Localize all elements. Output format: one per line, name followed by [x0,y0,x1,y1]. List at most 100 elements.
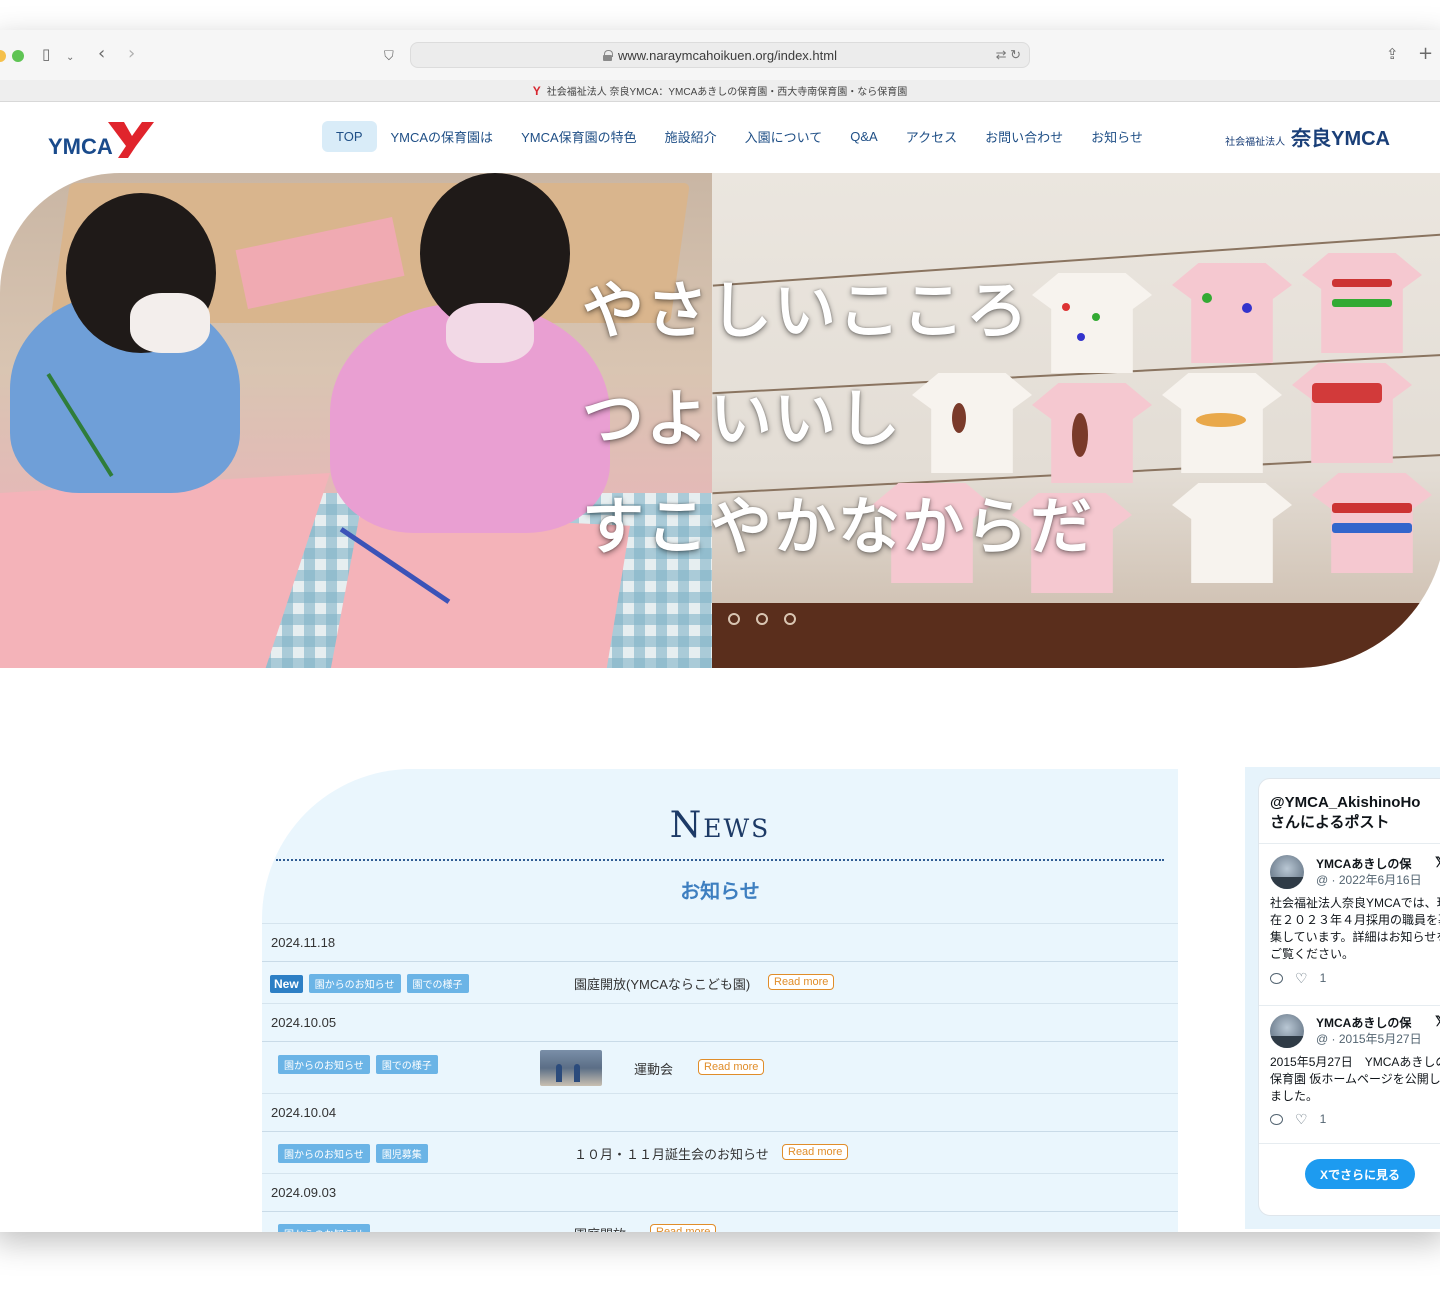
x-timeline-header[interactable]: @YMCA_AkishinoHo さんによるポスト [1270,793,1440,833]
x-post-meta[interactable]: @ · 2015年5月27日 [1316,1030,1422,1047]
logo-text: YMCA [48,134,113,159]
window-controls [0,50,24,62]
reply-icon[interactable] [1270,972,1283,984]
translate-reload-icons[interactable]: ⇄ ↻ [996,47,1021,63]
reply-icon[interactable] [1270,1113,1283,1125]
nav-about-nursery[interactable]: YMCAの保育園は [377,119,508,154]
category-tag[interactable]: 園からのお知らせ [278,1224,370,1232]
new-tab-icon[interactable]: + [1418,44,1433,64]
ymca-y-mark-icon [108,122,154,158]
read-more-button[interactable]: Read more [768,974,835,990]
privacy-shield-icon[interactable]: ⛉ [384,47,394,67]
ymca-favicon-icon: Y [532,83,541,98]
x-post[interactable]: YMCAあきしの保 𝕏 @ · 2022年6月16日 社会福祉法人奈良YMCAで… [1270,854,1440,995]
news-section: News お知らせ 2024.11.18 New 園からのお知らせ 園での様子 … [262,769,1178,1232]
minimize-button[interactable] [0,50,6,62]
tab-bar[interactable]: Y 社会福祉法人 奈良YMCA：YMCAあきしの保育園・西大寺南保育園・なら保育… [0,80,1440,102]
x-post-author[interactable]: YMCAあきしの保 [1316,855,1411,872]
tagline-line-3: すこやかなからだ [582,490,1095,563]
view-more-on-x-button[interactable]: Xでさらに見る [1305,1159,1415,1189]
address-bar[interactable]: www.naraymcahoikuen.org/index.html ⇄ ↻ [410,42,1030,68]
category-tag[interactable]: 園児募集 [375,1144,428,1163]
nav-features[interactable]: YMCA保育園の特色 [507,119,651,154]
lock-icon [603,49,614,61]
category-tag[interactable]: 園からのお知らせ [308,974,401,993]
avatar[interactable] [1270,855,1304,889]
forward-icon[interactable]: › [128,44,135,64]
category-tag[interactable]: 園からのお知らせ [278,1055,370,1074]
sidebar-toggle-icon[interactable]: ▯ [42,44,50,64]
screenshot-stage: ▯ ⌄ ‹ › ⛉ www.naraymcahoikuen.org/index.… [0,0,1440,1296]
news-item[interactable]: 園からのお知らせ 園での様子 運動会 Read more [262,1041,1178,1093]
news-item[interactable]: 園からのお知らせ 園児募集 １０月・１１月誕生会のお知らせ Read more [262,1131,1178,1173]
news-item-title[interactable]: １０月・１１月誕生会のお知らせ [574,1144,769,1163]
website: YMCA TOP YMCAの保育園は YMCA保育園の特色 施設紹介 入園につい… [0,102,1440,1232]
org-prefix: 社会福祉法人 [1225,137,1286,148]
news-date-row: 2024.10.05 [262,1003,1178,1041]
main-nav: TOP YMCAの保育園は YMCA保育園の特色 施設紹介 入園について Q&A… [322,120,1157,152]
x-account-handle[interactable]: @YMCA_AkishinoHo [1270,793,1440,813]
like-count: 1 [1319,971,1327,985]
hero-banner: やさしいこころ つよいいし すこやかなからだ [0,173,1440,668]
news-item-title[interactable]: 運動会 [634,1059,673,1078]
url-text: www.naraymcahoikuen.org/index.html [618,47,837,63]
news-item-title[interactable]: 園庭開放 [574,1224,626,1232]
tagline-line-1: やさしいこころ [582,274,1031,347]
like-icon[interactable]: ♡ [1295,1112,1308,1126]
news-divider [276,859,1164,861]
share-icon[interactable]: ⇪ [1386,44,1399,64]
nav-top[interactable]: TOP [322,120,377,152]
x-post-text: 社会福祉法人奈良YMCAでは、現在２０２３年４月採用の職員を募集しています。詳細… [1270,896,1440,961]
like-count: 1 [1319,1112,1327,1126]
news-date: 2024.09.03 [271,1185,337,1200]
org-name: 奈良YMCA [1291,128,1390,150]
new-badge: New [270,974,303,993]
avatar[interactable] [1270,1014,1304,1048]
x-post-text: 2015年5月27日 YMCAあきしの保育園 仮ホームページを公開しました。 [1270,1055,1440,1103]
x-header-caption: さんによるポスト [1270,814,1390,831]
read-more-button[interactable]: Read more [782,1144,849,1160]
x-post-author[interactable]: YMCAあきしの保 [1316,1014,1411,1031]
news-thumbnail[interactable] [540,1050,602,1086]
news-date-row: 2024.10.04 [262,1093,1178,1131]
x-timeline-embed[interactable]: @YMCA_AkishinoHo さんによるポスト YMCAあきしの保 𝕏 @ … [1258,778,1440,1216]
tab-title: 社会福祉法人 奈良YMCA：YMCAあきしの保育園・西大寺南保育園・なら保育園 [546,87,908,98]
news-list: 2024.11.18 New 園からのお知らせ 園での様子 園庭開放(YMCAな… [262,923,1178,1232]
category-tag[interactable]: 園での様子 [406,974,469,993]
x-post-actions: ♡ 1 [1270,1112,1326,1126]
news-item[interactable]: 園からのお知らせ 園庭開放 Read more [262,1211,1178,1232]
zoom-button[interactable] [12,50,24,62]
like-icon[interactable]: ♡ [1295,971,1308,985]
cubby-shelf [712,603,1440,668]
back-icon[interactable]: ‹ [98,44,105,64]
news-date: 2024.10.04 [271,1105,337,1120]
news-date-row: 2024.11.18 [262,923,1178,961]
news-date: 2024.11.18 [271,935,336,950]
news-subtitle: お知らせ [680,881,760,903]
nav-contact[interactable]: お問い合わせ [971,119,1077,154]
nav-news[interactable]: お知らせ [1077,119,1157,154]
read-more-button[interactable]: Read more [650,1224,717,1232]
news-date: 2024.10.05 [271,1015,337,1030]
news-item[interactable]: New 園からのお知らせ 園での様子 園庭開放(YMCAならこども園) Read… [262,961,1178,1003]
browser-toolbar: ▯ ⌄ ‹ › ⛉ www.naraymcahoikuen.org/index.… [0,30,1440,80]
browser-window: ▯ ⌄ ‹ › ⛉ www.naraymcahoikuen.org/index.… [0,30,1440,1232]
chevron-down-icon[interactable]: ⌄ [66,48,74,68]
ymca-logo[interactable]: YMCA [48,120,158,160]
news-date-row: 2024.09.03 [262,1173,1178,1211]
nav-faq[interactable]: Q&A [836,121,891,152]
x-post-actions: ♡ 1 [1270,971,1326,985]
read-more-button[interactable]: Read more [698,1059,765,1075]
x-logo-icon[interactable]: 𝕏 [1435,1013,1440,1030]
x-post[interactable]: YMCAあきしの保 𝕏 @ · 2015年5月27日 2015年5月27日 YM… [1270,1013,1440,1144]
category-tag[interactable]: 園からのお知らせ [278,1144,370,1163]
org-logo[interactable]: 社会福祉法人 奈良YMCA [1225,122,1390,151]
nav-admission[interactable]: 入園について [731,119,837,154]
x-logo-icon[interactable]: 𝕏 [1435,854,1440,871]
nav-access[interactable]: アクセス [892,119,971,154]
x-post-meta[interactable]: @ · 2022年6月16日 [1316,871,1422,888]
category-tag[interactable]: 園での様子 [375,1055,438,1074]
news-title: News [669,805,771,846]
nav-facilities[interactable]: 施設紹介 [651,119,731,154]
news-item-title[interactable]: 園庭開放(YMCAならこども園) [574,974,750,993]
